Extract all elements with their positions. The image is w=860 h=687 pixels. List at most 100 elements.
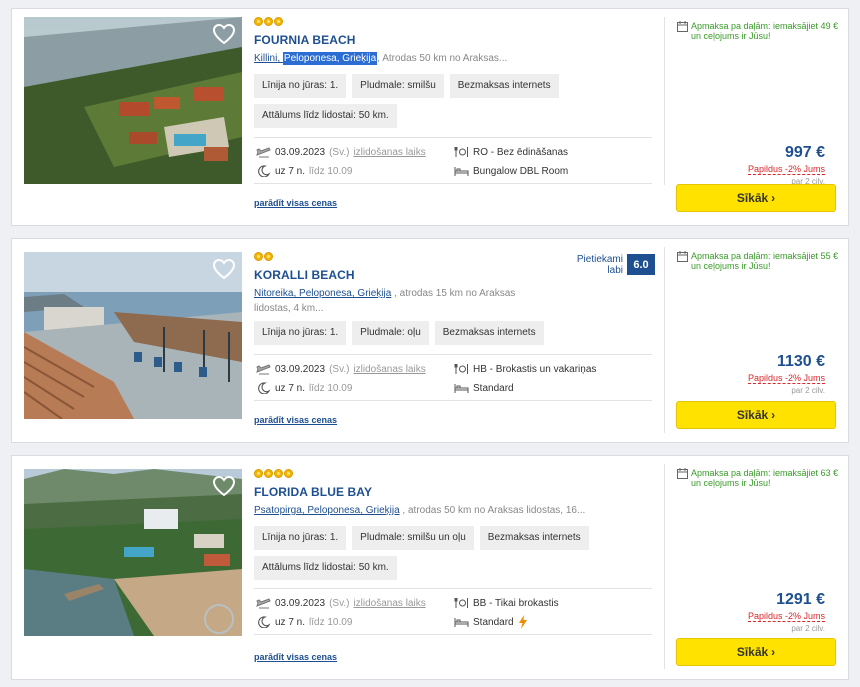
heart-icon[interactable] [212,258,236,280]
calendar-icon [677,21,688,32]
nights: uz 7 n. [275,382,306,394]
feature-tag: Līnija no jūras: 1. [254,526,347,550]
details-button[interactable]: Sīkāk › [676,184,836,212]
promo-text: Apmaksa pa daļām: iemaksājiet 63 € un ce… [691,468,839,488]
location-region-link[interactable]: Peloponesa, Grieķija [299,288,391,299]
room-type: Standard [473,382,514,394]
return-date: līdz 10.09 [309,165,353,177]
heart-icon[interactable] [212,23,236,45]
chevron-right-icon: › [771,408,776,422]
price: 997 € [784,144,825,161]
review-label: Pietiekami labi [576,254,623,276]
departure-row: 03.09.2023 (Sv.) izlidošanas laiks [256,596,426,610]
feature-tag: Līnija no jūras: 1. [254,74,347,98]
installment-promo: Apmaksa pa daļām: iemaksājiet 49 € un ce… [677,21,841,41]
departure-time-link[interactable]: izlidošanas laiks [353,598,425,609]
feature-tags: Līnija no jūras: 1. Pludmale: smilšu Bez… [254,74,654,128]
star-icon [254,17,263,26]
moon-icon [258,165,271,177]
location-region-link[interactable]: Peloponesa, Grieķija [282,52,378,65]
hotel-location: Psatopirga, Peloponesa, Grieķija , atrod… [254,505,586,516]
details-button[interactable]: Sīkāk › [676,638,836,666]
hotel-info: FOURNIA BEACH Killini, Peloponesa, Grieķ… [254,17,654,128]
price: 1291 € [776,591,825,608]
meal-icon [454,598,468,608]
hotel-photo[interactable] [24,469,242,636]
chevron-right-icon: › [771,191,776,205]
price-per-people: par 2 cilv. [791,386,825,395]
departure-time-link[interactable]: izlidošanas laiks [353,364,425,375]
hotel-photo[interactable] [24,17,242,184]
board-row: BB - Tikai brokastis [454,596,559,610]
plane-icon [256,598,271,609]
departure-date: 03.09.2023 [275,597,326,609]
feature-tag: Pludmale: smilšu [352,74,444,98]
moon-icon [258,616,271,628]
details-button-label: Sīkāk [736,191,769,205]
departure-date: 03.09.2023 [275,363,326,375]
hotel-location: Nitoreika, Peloponesa, Grieķija , atroda… [254,288,516,314]
feature-tag: Attālums līdz lidostai: 50 km. [254,104,397,128]
heart-icon[interactable] [212,475,236,497]
hotel-photo[interactable] [24,252,242,419]
show-all-prices-link[interactable]: parādīt visas cenas [254,415,337,425]
room-row: Standard [454,381,514,395]
star-rating [254,252,564,264]
room-type: Bungalow DBL Room [473,165,569,177]
bed-icon [454,384,469,393]
feature-tag: Bezmaksas internets [449,74,559,98]
show-all-prices-link[interactable]: parādīt visas cenas [254,198,337,208]
hotel-name[interactable]: FLORIDA BLUE BAY [254,485,654,499]
location-description: , atrodas 50 km no Araksas lidostas, 16.… [399,505,586,516]
hotel-location: Killini, Peloponesa, Grieķija, Atrodas 5… [254,52,508,65]
review-score: 6.0 [627,254,655,275]
star-rating [254,469,654,481]
departure-row: 03.09.2023 (Sv.) izlidošanas laiks [256,145,426,159]
plane-icon [256,364,271,375]
duration-row: uz 7 n. līdz 10.09 [256,615,352,629]
discount-label: Papildus -2% Jums [747,611,825,622]
board-type: RO - Bez ēdināšanas [473,146,569,158]
return-date: līdz 10.09 [309,616,353,628]
hotel-name[interactable]: FOURNIA BEACH [254,33,654,47]
feature-tag: Attālums līdz lidostai: 50 km. [254,556,397,580]
duration-row: uz 7 n. līdz 10.09 [256,381,352,395]
room-row: Standard [454,615,528,629]
plane-icon [256,147,271,158]
hotel-name[interactable]: KORALLI BEACH [254,268,564,282]
meal-icon [454,147,468,157]
board-type: HB - Brokastis un vakariņas [473,363,597,375]
departure-time-link[interactable]: izlidošanas laiks [353,147,425,158]
installment-promo: Apmaksa pa daļām: iemaksājiet 55 € un ce… [677,251,841,271]
location-city-link[interactable]: Nitoreika [254,288,293,299]
show-all-prices-link[interactable]: parādīt visas cenas [254,652,337,662]
feature-tags: Līnija no jūras: 1. Pludmale: smilšu un … [254,526,654,580]
return-date: līdz 10.09 [309,382,353,394]
price-panel: Apmaksa pa daļām: iemaksājiet 49 € un ce… [664,17,841,186]
star-icon [274,469,283,478]
location-region-link[interactable]: Peloponesa, Grieķija [307,505,399,516]
price-per-people: par 2 cilv. [791,624,825,633]
duration-row: uz 7 n. līdz 10.09 [256,164,352,178]
hotel-info: KORALLI BEACH Nitoreika, Peloponesa, Gri… [254,252,564,345]
feature-tag: Pludmale: smilšu un oļu [352,526,474,550]
review-badge[interactable]: Pietiekami labi 6.0 [567,254,655,276]
board-type: BB - Tikai brokastis [473,597,559,609]
departure-weekday: (Sv.) [329,597,350,609]
board-row: RO - Bez ēdināšanas [454,145,568,159]
star-icon [284,469,293,478]
calendar-icon [677,468,688,479]
departure-date: 03.09.2023 [275,146,326,158]
feature-tags: Līnija no jūras: 1. Pludmale: oļu Bezmak… [254,321,654,345]
details-button[interactable]: Sīkāk › [676,401,836,429]
room-type: Standard [473,616,514,628]
location-city-link[interactable]: Killini [254,53,277,64]
star-rating [254,17,654,29]
details-button-label: Sīkāk [736,408,769,422]
star-icon [264,252,273,261]
bed-icon [454,618,469,627]
promo-text: Apmaksa pa daļām: iemaksājiet 55 € un ce… [691,251,839,271]
installment-promo: Apmaksa pa daļām: iemaksājiet 63 € un ce… [677,468,841,488]
chevron-right-icon: › [771,645,776,659]
location-city-link[interactable]: Psatopirga [254,505,302,516]
